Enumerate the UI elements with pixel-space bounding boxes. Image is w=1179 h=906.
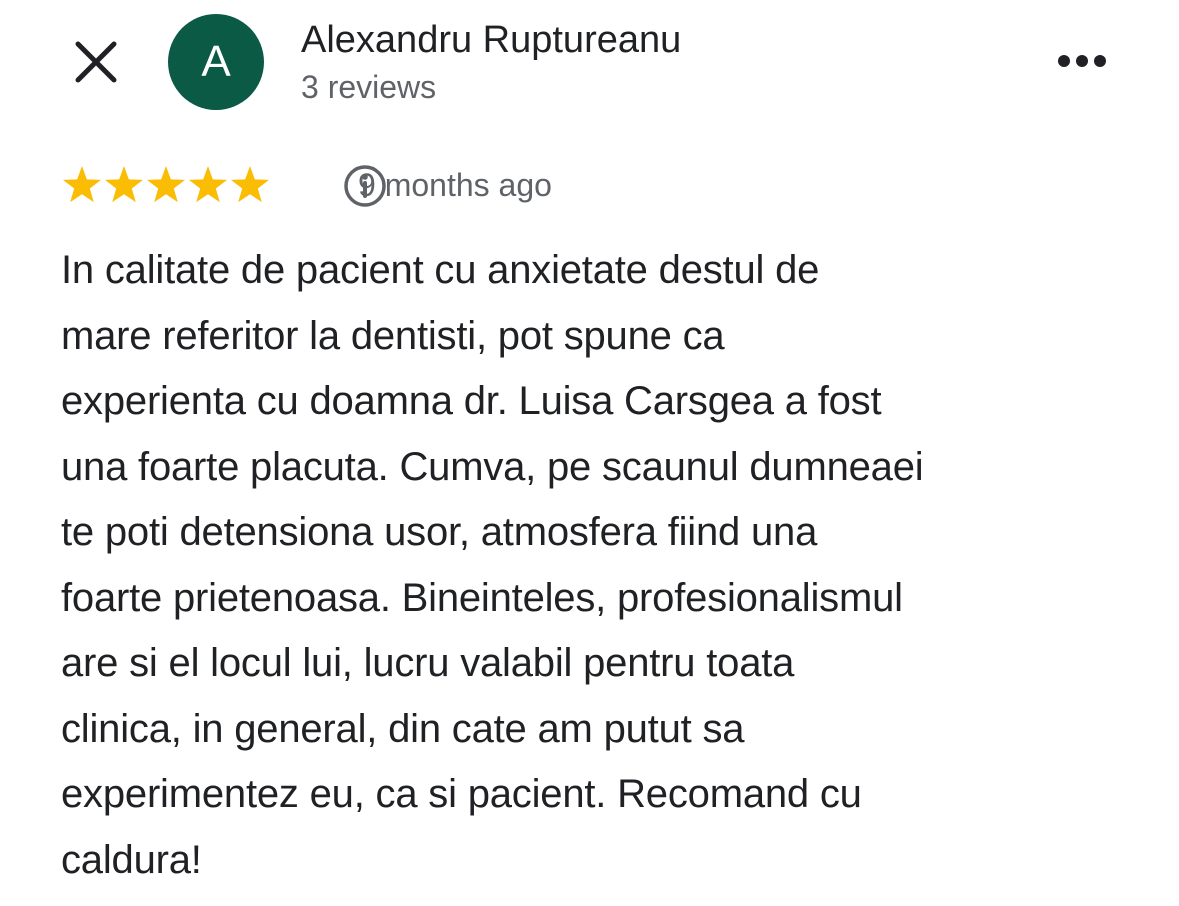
star-rating (62, 166, 270, 203)
close-icon (75, 41, 117, 83)
review-header: A Alexandru Ruptureanu 3 reviews (0, 0, 1179, 130)
review-count[interactable]: 3 reviews (301, 67, 436, 107)
star-icon (188, 166, 228, 203)
star-icon (146, 166, 186, 203)
star-icon (62, 166, 102, 203)
star-icon (230, 166, 270, 203)
avatar-letter: A (201, 37, 231, 86)
star-icon (104, 166, 144, 203)
rating-row: 9 months ago (60, 155, 760, 215)
review-date: 9 months ago (358, 167, 552, 203)
more-horizontal-icon (1058, 55, 1106, 67)
avatar[interactable]: A (168, 14, 264, 110)
review-text: In calitate de pacient cu anxietate dest… (61, 248, 924, 882)
close-button[interactable] (66, 32, 126, 92)
author-name[interactable]: Alexandru Ruptureanu (301, 18, 681, 62)
more-options-button[interactable] (1052, 44, 1112, 78)
